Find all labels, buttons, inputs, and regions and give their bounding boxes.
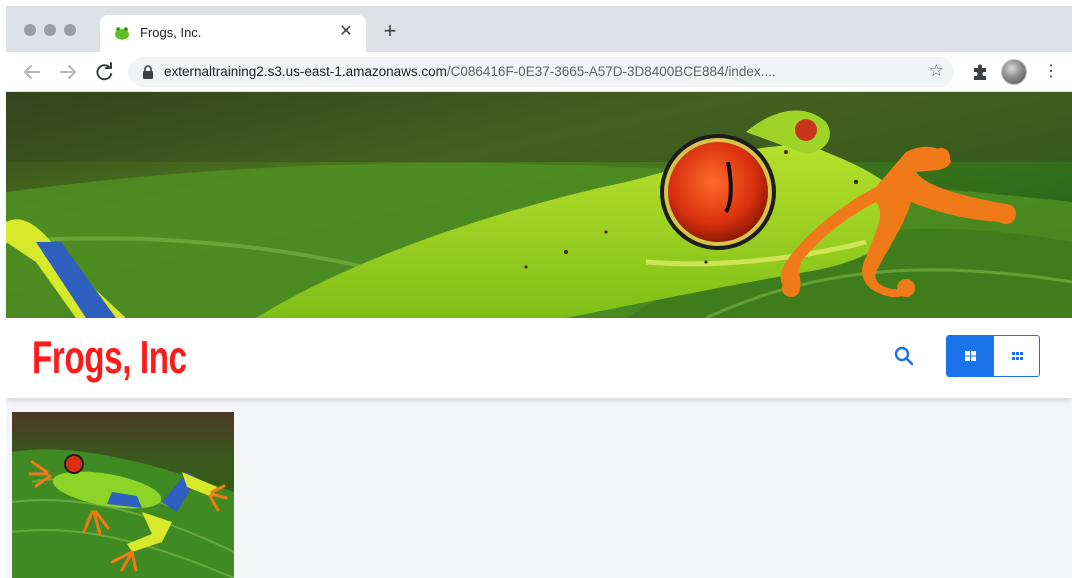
lock-icon[interactable] <box>142 65 154 79</box>
search-icon[interactable] <box>892 344 916 368</box>
arrow-right-icon[interactable] <box>56 60 80 84</box>
plus-icon[interactable]: + <box>378 20 402 44</box>
grid-view-button[interactable] <box>994 336 1039 376</box>
site-logo[interactable]: Frogs, Inc <box>32 330 187 384</box>
browser-window: Frogs, Inc. ✕ + externaltraining2.s3.us-… <box>0 0 1072 578</box>
gallery-thumbnail[interactable] <box>12 412 234 578</box>
site-header: Frogs, Inc <box>6 318 1072 398</box>
kebab-menu-icon[interactable]: ⋮ <box>1042 60 1060 84</box>
url-text[interactable]: externaltraining2.s3.us-east-1.amazonaws… <box>164 64 776 79</box>
grid-icon <box>1012 352 1023 360</box>
tab-strip: Frogs, Inc. ✕ + <box>6 6 1072 52</box>
maximize-window-button[interactable] <box>64 24 76 36</box>
address-bar[interactable]: externaltraining2.s3.us-east-1.amazonaws… <box>128 57 954 87</box>
frog-icon <box>115 27 129 40</box>
url-path: /C086416F-0E37-3665-A57D-3D8400BCE884/in… <box>446 64 776 79</box>
view-toggle <box>946 335 1040 377</box>
window-controls <box>24 24 76 36</box>
tab-title: Frogs, Inc. <box>140 25 202 40</box>
arrow-left-icon[interactable] <box>20 60 44 84</box>
large-thumbnails-view-button[interactable] <box>947 336 994 376</box>
url-host: externaltraining2.s3.us-east-1.amazonaws… <box>164 64 447 79</box>
close-icon[interactable]: ✕ <box>336 22 356 42</box>
browser-tab[interactable]: Frogs, Inc. ✕ <box>100 15 366 52</box>
close-window-button[interactable] <box>24 24 36 36</box>
page-content: Frogs, Inc <box>6 92 1072 578</box>
reload-icon[interactable] <box>92 60 116 84</box>
puzzle-icon[interactable] <box>968 60 992 84</box>
minimize-window-button[interactable] <box>44 24 56 36</box>
browser-toolbar: externaltraining2.s3.us-east-1.amazonaws… <box>6 52 1072 92</box>
avatar[interactable] <box>1001 59 1027 85</box>
hero-banner <box>6 92 1072 318</box>
star-icon[interactable]: ☆ <box>929 61 944 81</box>
large-thumbnails-icon <box>965 351 976 361</box>
